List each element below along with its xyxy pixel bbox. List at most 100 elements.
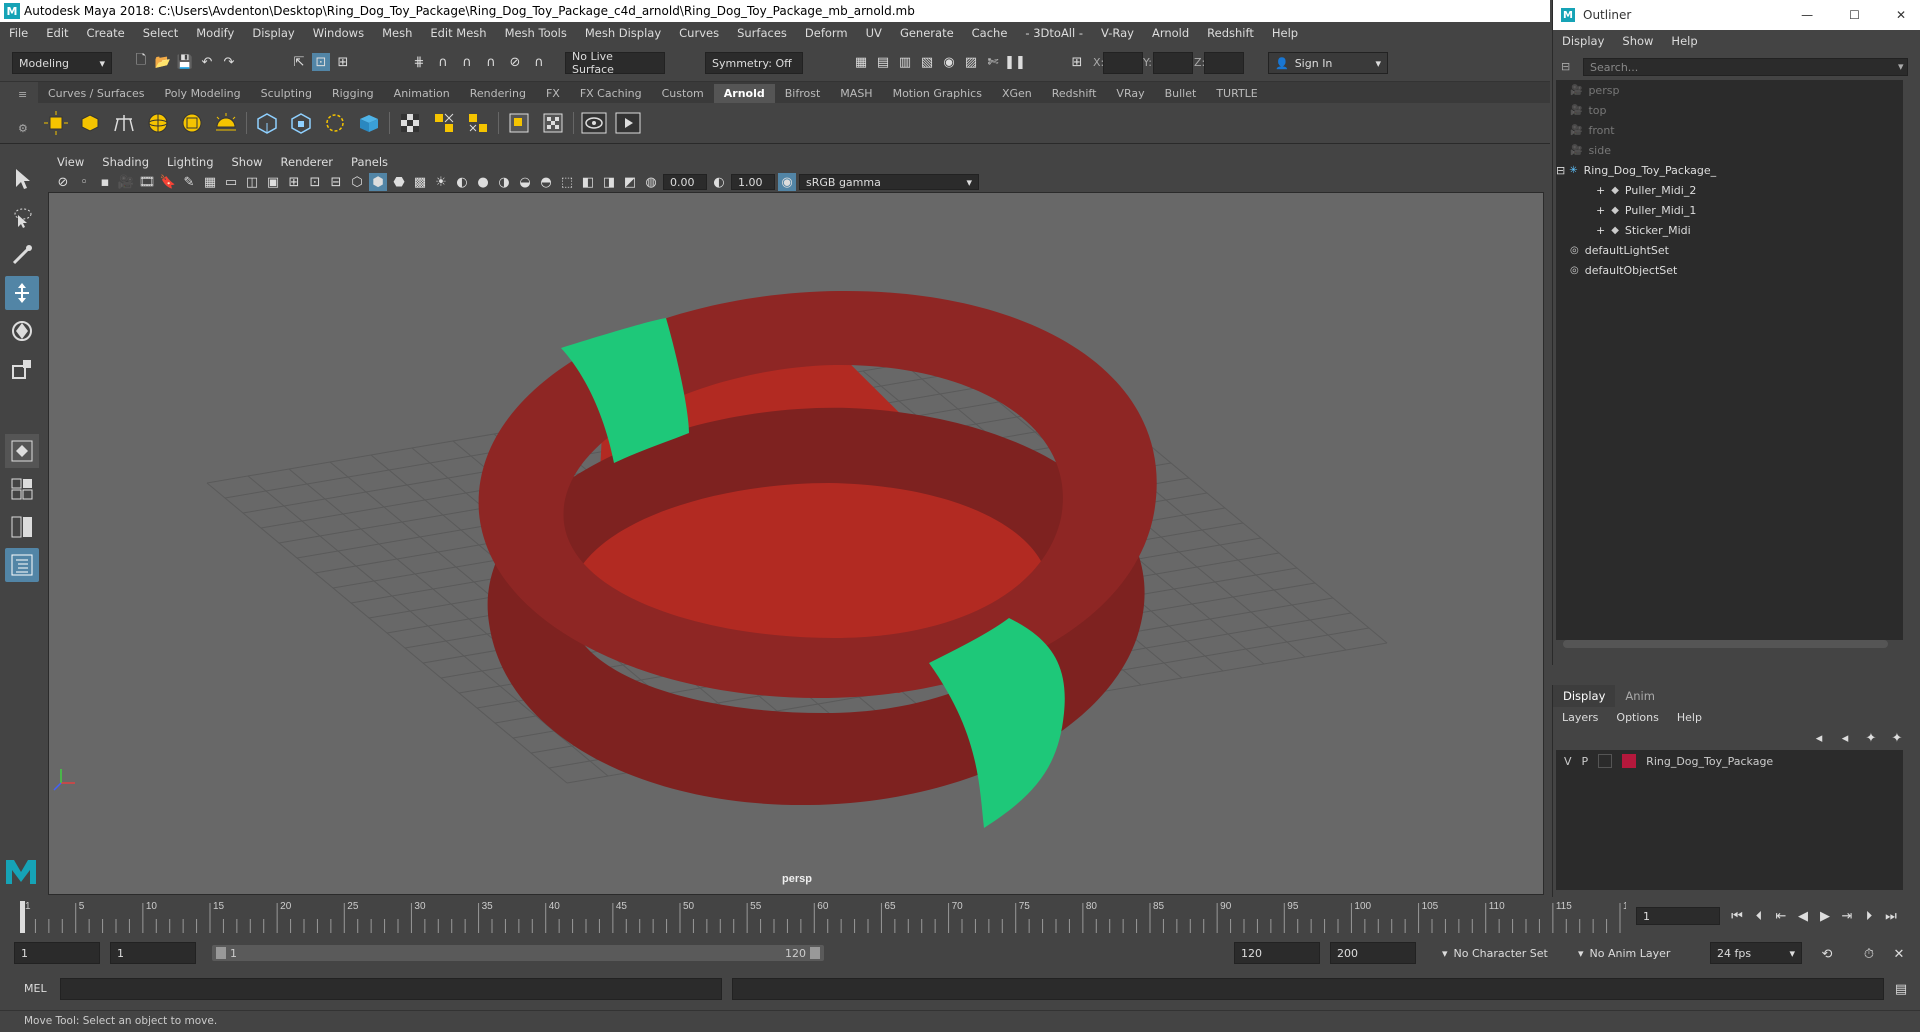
- current-time-marker[interactable]: [20, 901, 25, 933]
- shelf-tab-vray[interactable]: VRay: [1106, 84, 1154, 103]
- select-hierarchy-icon[interactable]: ⇱: [290, 53, 308, 71]
- end-time-field[interactable]: 200: [1330, 942, 1416, 964]
- shelf-tab-mash[interactable]: MASH: [830, 84, 882, 103]
- paint-select-tool[interactable]: [5, 238, 39, 272]
- camera-attributes-icon[interactable]: ⊘: [54, 173, 72, 191]
- go-to-end-icon[interactable]: ⏭: [1882, 907, 1900, 925]
- exposure-field[interactable]: 0.00: [663, 174, 707, 190]
- colorspace-dropdown[interactable]: sRGB gamma ▾: [799, 174, 979, 190]
- layer-color-swatch[interactable]: [1622, 754, 1637, 768]
- go-to-start-icon[interactable]: ⏮: [1728, 907, 1746, 925]
- render-settings-icon[interactable]: ▧: [918, 53, 936, 71]
- shelf-tab-arnold[interactable]: Arnold: [713, 84, 775, 103]
- menu-arnold[interactable]: Arnold: [1143, 26, 1198, 40]
- shelf-options-icon[interactable]: ⚙: [18, 122, 28, 135]
- transform-mode-icon[interactable]: ⊞: [1068, 53, 1086, 71]
- menu-edit[interactable]: Edit: [37, 26, 77, 40]
- gate-mask-icon[interactable]: ▣: [264, 173, 282, 191]
- maximize-icon[interactable]: ☐: [1835, 8, 1874, 22]
- depth-of-field-icon[interactable]: ◓: [537, 173, 555, 191]
- arnold-standin-icon[interactable]: [253, 109, 281, 137]
- new-layer-selected-icon[interactable]: ✦: [1888, 729, 1906, 747]
- preferences-icon[interactable]: ✕: [1890, 945, 1908, 963]
- menu-create[interactable]: Create: [78, 26, 134, 40]
- smooth-shade-icon[interactable]: ⬢: [369, 173, 387, 191]
- arnold-light-portal-icon[interactable]: [178, 109, 206, 137]
- new-empty-layer-icon[interactable]: ✦: [1862, 729, 1880, 747]
- safe-title-icon[interactable]: ⊟: [327, 173, 345, 191]
- outliner-item[interactable]: + ◆ Puller_Midi_2: [1556, 180, 1903, 200]
- menu-uv[interactable]: UV: [857, 26, 891, 40]
- x-field[interactable]: [1103, 52, 1143, 74]
- panel-menu-shading[interactable]: Shading: [93, 155, 158, 169]
- expand-icon[interactable]: ⊟: [1556, 164, 1565, 177]
- menu-modify[interactable]: Modify: [187, 26, 243, 40]
- filter-icon[interactable]: ⊟: [1561, 60, 1570, 73]
- command-language-label[interactable]: MEL: [24, 982, 47, 995]
- panel-menu-lighting[interactable]: Lighting: [158, 155, 222, 169]
- menu-deform[interactable]: Deform: [796, 26, 857, 40]
- resolution-gate-icon[interactable]: ◫: [243, 173, 261, 191]
- select-object-icon[interactable]: ⊡: [312, 53, 330, 71]
- panel-menu-panels[interactable]: Panels: [342, 155, 397, 169]
- camera-select-icon[interactable]: 🎥: [117, 173, 135, 191]
- exposure-icon[interactable]: ◍: [642, 173, 660, 191]
- arnold-delete-cache-icon[interactable]: [464, 109, 492, 137]
- xray-icon[interactable]: ◧: [579, 173, 597, 191]
- layer-type-toggle[interactable]: [1598, 754, 1613, 768]
- grease-pencil-icon[interactable]: ✎: [180, 173, 198, 191]
- render-sequence-icon[interactable]: ✄: [984, 53, 1002, 71]
- menu-edit-mesh[interactable]: Edit Mesh: [421, 26, 495, 40]
- live-surface-field[interactable]: No Live Surface: [565, 50, 665, 76]
- rotate-tool[interactable]: [5, 314, 39, 348]
- outliner-item[interactable]: + ◆ Puller_Midi_1: [1556, 200, 1903, 220]
- menu-help[interactable]: Help: [1263, 26, 1307, 40]
- timeline-ruler[interactable]: 1 5 10 15 20 25 30 35 40 45 50 55 60 65 70 75 80 85 90 95 10…: [16, 897, 1626, 933]
- xray-components-icon[interactable]: ◩: [621, 173, 639, 191]
- shelf-tab-curves-surfaces[interactable]: Curves / Surfaces: [38, 84, 155, 103]
- menu-mesh-display[interactable]: Mesh Display: [576, 26, 670, 40]
- open-scene-icon[interactable]: 📂: [154, 53, 172, 71]
- shelf-tab-animation[interactable]: Animation: [384, 84, 460, 103]
- move-layer-up-icon[interactable]: ◂: [1810, 729, 1828, 747]
- outliner-item[interactable]: ◎ defaultObjectSet: [1556, 260, 1903, 280]
- outliner-item[interactable]: 🎥 top: [1556, 100, 1903, 120]
- grid-toggle-icon[interactable]: ▦: [201, 173, 219, 191]
- outliner-item[interactable]: 🎥 front: [1556, 120, 1903, 140]
- screen-space-ao-icon[interactable]: ●: [474, 173, 492, 191]
- camera-lock-icon[interactable]: 🎞: [138, 173, 156, 191]
- use-all-lights-icon[interactable]: ☀: [432, 173, 450, 191]
- menu-display[interactable]: Display: [243, 26, 303, 40]
- outliner-layout-icon[interactable]: [5, 548, 39, 582]
- shelf-tab-sculpting[interactable]: Sculpting: [251, 84, 322, 103]
- bookmarks-icon[interactable]: 🔖: [159, 173, 177, 191]
- menu-select[interactable]: Select: [134, 26, 187, 40]
- shelf-tab-fx-caching[interactable]: FX Caching: [570, 84, 652, 103]
- select-tool[interactable]: [5, 162, 39, 196]
- expand-icon[interactable]: +: [1596, 224, 1605, 237]
- bookmark-icon[interactable]: ▪: [96, 173, 114, 191]
- film-gate-icon[interactable]: ▭: [222, 173, 240, 191]
- shadows-icon[interactable]: ◐: [453, 173, 471, 191]
- lasso-tool[interactable]: [5, 200, 39, 234]
- hypershade-icon[interactable]: ◉: [940, 53, 958, 71]
- layer-tab-display[interactable]: Display: [1553, 685, 1616, 707]
- side-by-side-layout-icon[interactable]: [5, 510, 39, 544]
- textured-icon[interactable]: ▩: [411, 173, 429, 191]
- ipr-render-icon[interactable]: ▥: [896, 53, 914, 71]
- outliner-item[interactable]: 🎥 persp: [1556, 80, 1903, 100]
- range-handle-left[interactable]: [216, 947, 226, 959]
- layer-menu-help[interactable]: Help: [1668, 711, 1711, 724]
- move-tool[interactable]: [5, 276, 39, 310]
- start-time-field[interactable]: 1: [14, 942, 100, 964]
- panel-menu-view[interactable]: View: [48, 155, 93, 169]
- menu-windows[interactable]: Windows: [304, 26, 373, 40]
- menu-mesh[interactable]: Mesh: [373, 26, 421, 40]
- gamma-field[interactable]: 1.00: [731, 174, 775, 190]
- scale-tool[interactable]: [5, 352, 39, 386]
- arnold-curve-collector-icon[interactable]: [321, 109, 349, 137]
- menu-v-ray[interactable]: V-Ray: [1092, 26, 1143, 40]
- anim-layer-dropdown[interactable]: ▾ No Anim Layer: [1572, 942, 1682, 964]
- outliner-item[interactable]: + ◆ Sticker_Midi: [1556, 220, 1903, 240]
- arnold-mesh-light-icon[interactable]: [76, 109, 104, 137]
